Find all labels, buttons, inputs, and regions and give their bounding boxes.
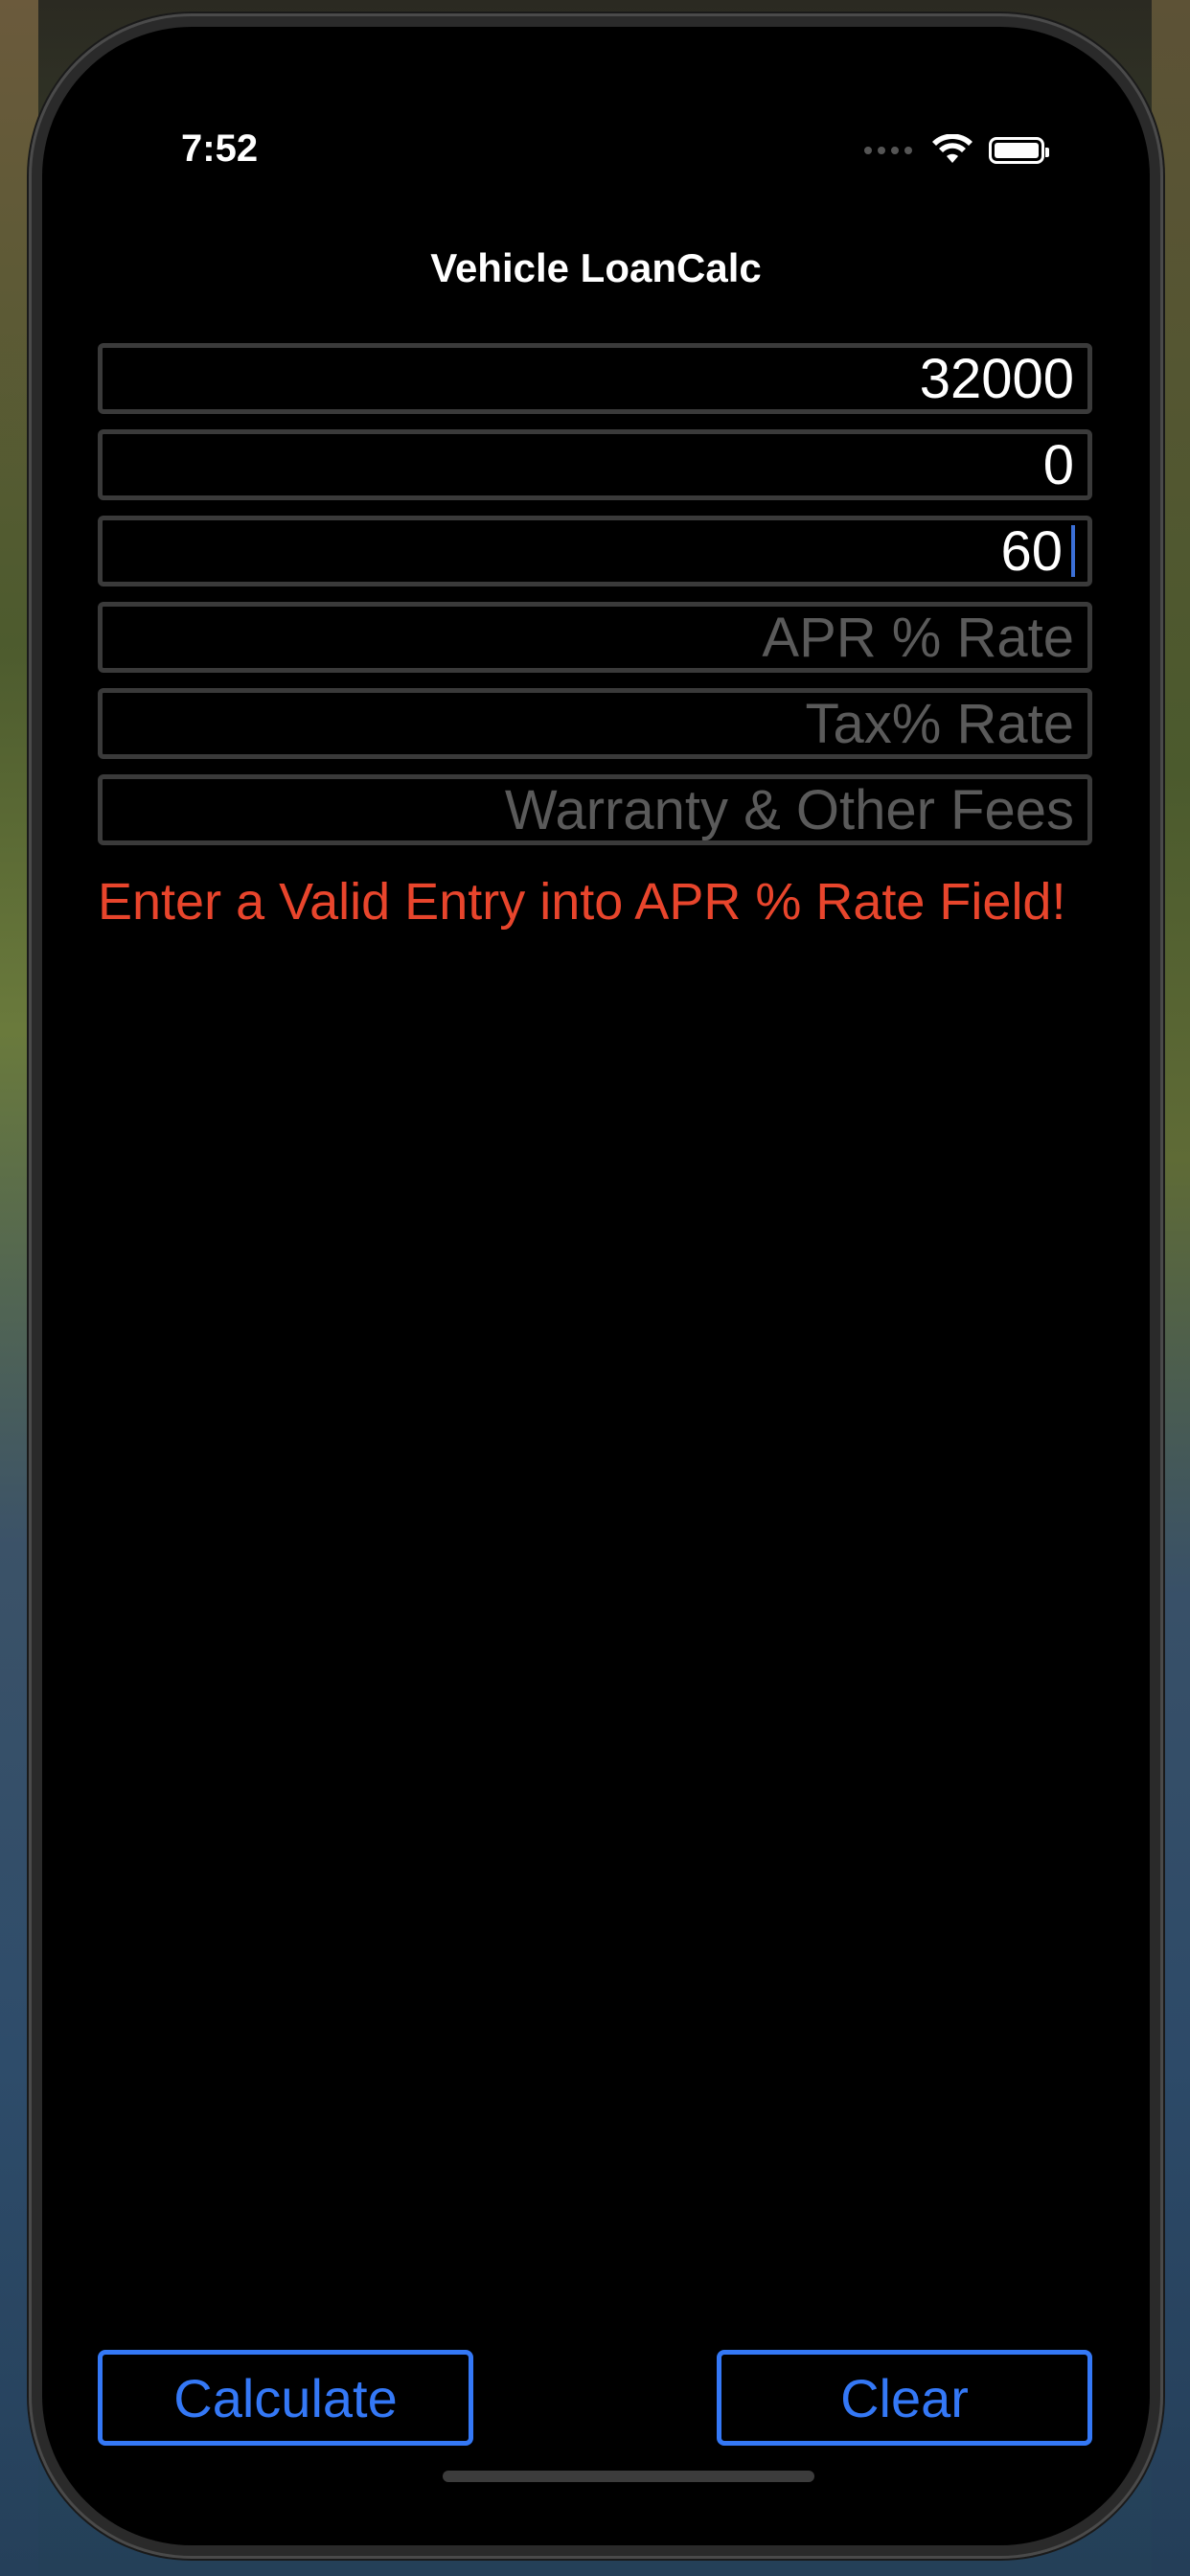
error-message: Enter a Valid Entry into APR % Rate Fiel… <box>98 873 1066 931</box>
down-payment-field[interactable] <box>98 429 1092 500</box>
vehicle-price-field[interactable] <box>98 343 1092 414</box>
warranty-fees-field[interactable] <box>98 774 1092 845</box>
cellular-icon <box>864 147 912 154</box>
calculate-button[interactable]: Calculate <box>98 2350 473 2446</box>
tax-rate-field[interactable] <box>98 688 1092 759</box>
text-cursor <box>1071 525 1075 577</box>
status-icons <box>864 134 1049 167</box>
clear-button[interactable]: Clear <box>717 2350 1092 2446</box>
battery-icon <box>989 137 1049 164</box>
loan-term-wrapper <box>98 516 1092 586</box>
home-indicator[interactable] <box>443 2471 814 2482</box>
status-time: 7:52 <box>181 127 259 170</box>
loan-term-field[interactable] <box>98 516 1092 586</box>
app-screen: 7:52 Vehicle LoanCalc Enter a Valid Entr… <box>42 27 1150 2545</box>
wifi-icon <box>932 134 973 163</box>
page-title: Vehicle LoanCalc <box>430 245 762 290</box>
apr-rate-field[interactable] <box>98 602 1092 673</box>
device-frame: 7:52 Vehicle LoanCalc Enter a Valid Entr… <box>29 13 1163 2559</box>
